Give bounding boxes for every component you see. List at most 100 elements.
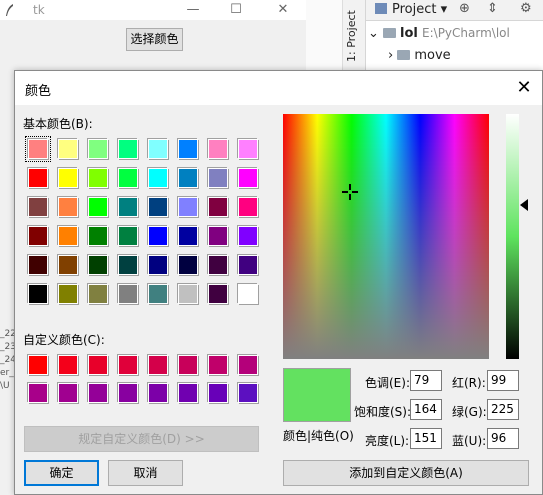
close-button[interactable]: ✕ [270, 1, 296, 19]
custom-colors-label: 自定义颜色(C): [23, 333, 105, 347]
custom-color-swatch[interactable] [238, 383, 258, 403]
dialog-title: 颜色 [25, 84, 52, 99]
basic-color-swatch[interactable] [208, 284, 228, 304]
basic-color-swatch[interactable] [118, 255, 138, 275]
tk-window: tk — ☐ ✕ 选择颜色 [0, 0, 307, 70]
ide-project-tab-label[interactable]: 1: Project [345, 6, 358, 62]
luminosity-input[interactable]: 151 [410, 428, 442, 449]
basic-color-swatch[interactable] [238, 197, 258, 217]
basic-color-swatch[interactable] [118, 168, 138, 188]
basic-color-swatch[interactable] [178, 284, 198, 304]
dialog-close-icon[interactable]: ✕ [510, 75, 538, 101]
basic-color-swatch[interactable] [88, 197, 108, 217]
custom-color-swatch[interactable] [178, 383, 198, 403]
luminosity-slider[interactable] [506, 114, 519, 359]
maximize-button[interactable]: ☐ [223, 1, 249, 19]
basic-color-swatch[interactable] [118, 197, 138, 217]
basic-color-swatch[interactable] [28, 255, 48, 275]
settings-gear-icon[interactable]: ⚙ [520, 1, 532, 16]
custom-color-swatch[interactable] [148, 383, 168, 403]
basic-color-swatch[interactable] [178, 255, 198, 275]
folder-icon [383, 28, 397, 38]
basic-color-swatch[interactable] [148, 255, 168, 275]
red-input[interactable]: 99 [487, 370, 519, 391]
basic-color-swatch[interactable] [238, 168, 258, 188]
tk-title: tk [33, 3, 45, 17]
basic-color-swatch[interactable] [178, 139, 198, 159]
luminosity-arrow-icon[interactable] [520, 199, 528, 211]
basic-color-swatch[interactable] [25, 136, 51, 162]
basic-color-swatch[interactable] [88, 168, 108, 188]
basic-color-swatch[interactable] [148, 197, 168, 217]
basic-color-swatch[interactable] [118, 226, 138, 246]
ok-button[interactable]: 确定 [24, 460, 99, 486]
basic-color-swatch[interactable] [58, 168, 78, 188]
color-solid-label: 颜色|纯色(O) [283, 429, 354, 443]
basic-color-swatch[interactable] [208, 226, 228, 246]
basic-color-swatch[interactable] [28, 226, 48, 246]
blue-input[interactable]: 96 [487, 428, 519, 449]
hue-label: 色调(E): [365, 376, 410, 390]
basic-color-swatch[interactable] [208, 139, 228, 159]
basic-color-swatch[interactable] [238, 284, 258, 304]
basic-color-swatch[interactable] [238, 139, 258, 159]
minimize-button[interactable]: — [180, 1, 206, 19]
basic-color-swatch[interactable] [118, 284, 138, 304]
basic-color-swatch[interactable] [88, 284, 108, 304]
basic-color-swatch[interactable] [88, 226, 108, 246]
hue-input[interactable]: 79 [410, 370, 442, 391]
custom-color-swatch[interactable] [208, 355, 228, 375]
basic-color-swatch[interactable] [88, 255, 108, 275]
choose-color-button[interactable]: 选择颜色 [126, 28, 183, 51]
basic-color-swatch[interactable] [178, 226, 198, 246]
basic-color-swatch[interactable] [88, 139, 108, 159]
custom-color-swatch[interactable] [178, 355, 198, 375]
custom-color-swatch[interactable] [118, 355, 138, 375]
chevron-right-icon: › [388, 48, 394, 63]
ide-project-selector[interactable]: Project ▾ [375, 2, 447, 17]
basic-color-swatch[interactable] [148, 168, 168, 188]
basic-color-swatch[interactable] [148, 284, 168, 304]
green-input[interactable]: 225 [487, 399, 519, 420]
basic-color-swatch[interactable] [238, 255, 258, 275]
custom-color-swatch[interactable] [118, 383, 138, 403]
basic-color-swatch[interactable] [208, 197, 228, 217]
tk-titlebar[interactable]: tk — ☐ ✕ [0, 0, 306, 20]
cancel-button[interactable]: 取消 [108, 460, 183, 486]
basic-color-swatch[interactable] [58, 197, 78, 217]
collapse-icon[interactable]: ⇕ [487, 1, 498, 16]
custom-color-swatch[interactable] [58, 383, 78, 403]
custom-color-swatch[interactable] [58, 355, 78, 375]
basic-color-swatch[interactable] [58, 139, 78, 159]
define-custom-colors-button[interactable]: 规定自定义颜色(D) >> [24, 426, 259, 452]
basic-colors-label: 基本颜色(B): [23, 117, 93, 131]
ide-tree-root[interactable]: ⌄ lol E:\PyCharm\lol [368, 26, 510, 41]
basic-color-swatch[interactable] [208, 168, 228, 188]
basic-color-swatch[interactable] [178, 168, 198, 188]
add-to-custom-colors-button[interactable]: 添加到自定义颜色(A) [283, 460, 529, 486]
saturation-input[interactable]: 164 [410, 399, 442, 420]
basic-color-swatch[interactable] [58, 226, 78, 246]
basic-color-swatch[interactable] [238, 226, 258, 246]
basic-color-swatch[interactable] [148, 139, 168, 159]
basic-color-swatch[interactable] [28, 197, 48, 217]
custom-color-swatch[interactable] [208, 383, 228, 403]
ide-tree-child[interactable]: › move [388, 48, 451, 63]
custom-color-swatch[interactable] [28, 383, 48, 403]
basic-color-swatch[interactable] [118, 139, 138, 159]
custom-color-swatch[interactable] [238, 355, 258, 375]
basic-color-swatch[interactable] [178, 197, 198, 217]
basic-color-swatch[interactable] [58, 284, 78, 304]
hue-saturation-spectrum[interactable] [283, 114, 489, 359]
basic-color-swatch[interactable] [208, 255, 228, 275]
basic-color-swatch[interactable] [28, 168, 48, 188]
locate-icon[interactable]: ⊕ [459, 1, 470, 16]
basic-color-swatch[interactable] [28, 284, 48, 304]
basic-color-swatch[interactable] [148, 226, 168, 246]
custom-color-swatch[interactable] [148, 355, 168, 375]
custom-color-swatch[interactable] [88, 355, 108, 375]
custom-color-swatch[interactable] [28, 355, 48, 375]
dialog-titlebar[interactable]: 颜色 ✕ [15, 71, 542, 105]
basic-color-swatch[interactable] [58, 255, 78, 275]
custom-color-swatch[interactable] [88, 383, 108, 403]
